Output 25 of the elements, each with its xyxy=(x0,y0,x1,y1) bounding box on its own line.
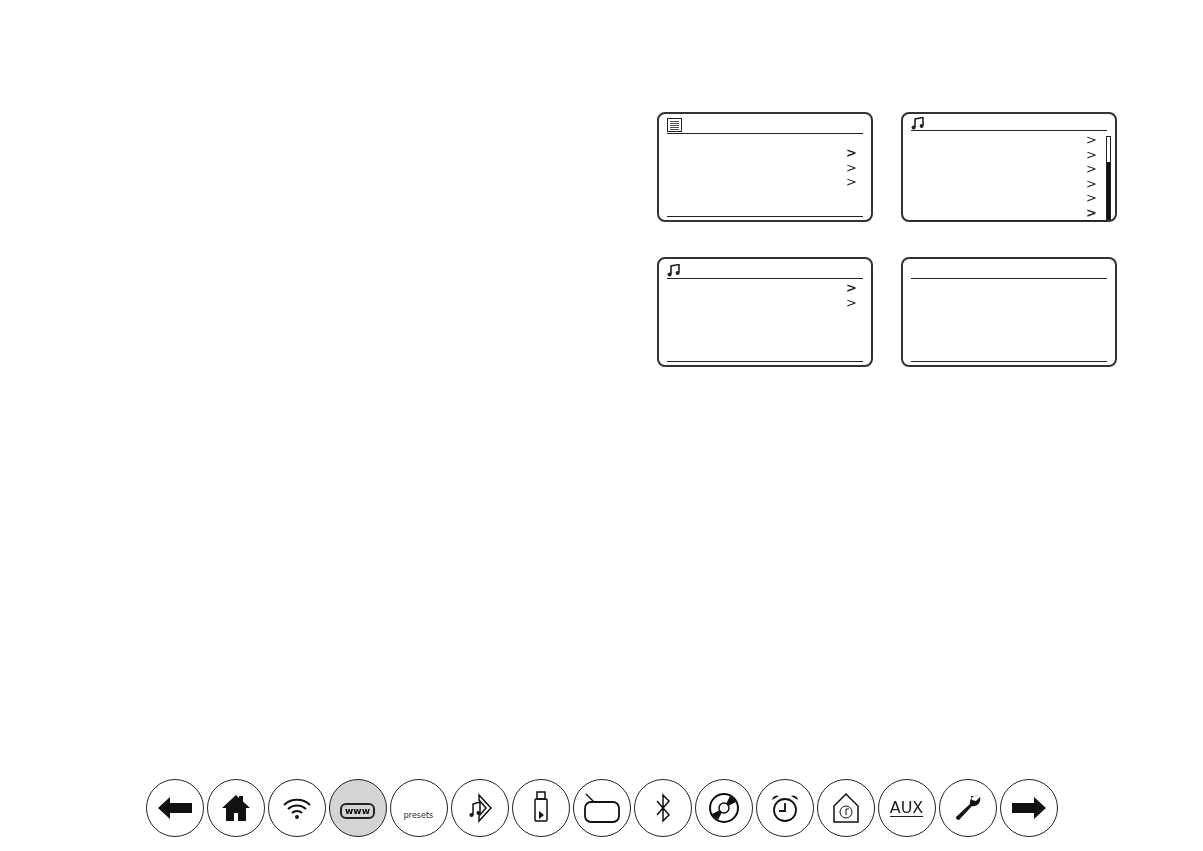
presets-button[interactable]: presets xyxy=(389,779,448,837)
disc-icon xyxy=(707,792,740,824)
bluetooth-icon xyxy=(654,793,671,823)
chevron: > xyxy=(1086,191,1097,206)
wifi-icon xyxy=(281,796,312,820)
alarm-clock-icon xyxy=(769,793,800,823)
aux-button[interactable]: AUX xyxy=(877,779,936,837)
chevron: > xyxy=(846,175,857,190)
chevron: > xyxy=(1086,162,1097,177)
house-icon xyxy=(220,794,251,822)
chevron: > xyxy=(1086,205,1097,220)
usb-stick-icon xyxy=(532,791,549,825)
music-note-icon xyxy=(667,263,680,277)
chevron: > xyxy=(1086,176,1097,191)
chevron: > xyxy=(846,295,857,310)
radio-icon xyxy=(583,793,620,823)
chevron: > xyxy=(1086,133,1097,148)
chevron: > xyxy=(846,281,857,296)
chevron: > xyxy=(1086,147,1097,162)
chevron: > xyxy=(846,160,857,175)
chevron: > xyxy=(846,146,857,161)
forward-arrow-icon xyxy=(1011,797,1046,819)
back-arrow-icon xyxy=(157,797,192,819)
house-music-icon xyxy=(831,792,860,824)
internet-radio-button[interactable]: www xyxy=(328,779,387,837)
